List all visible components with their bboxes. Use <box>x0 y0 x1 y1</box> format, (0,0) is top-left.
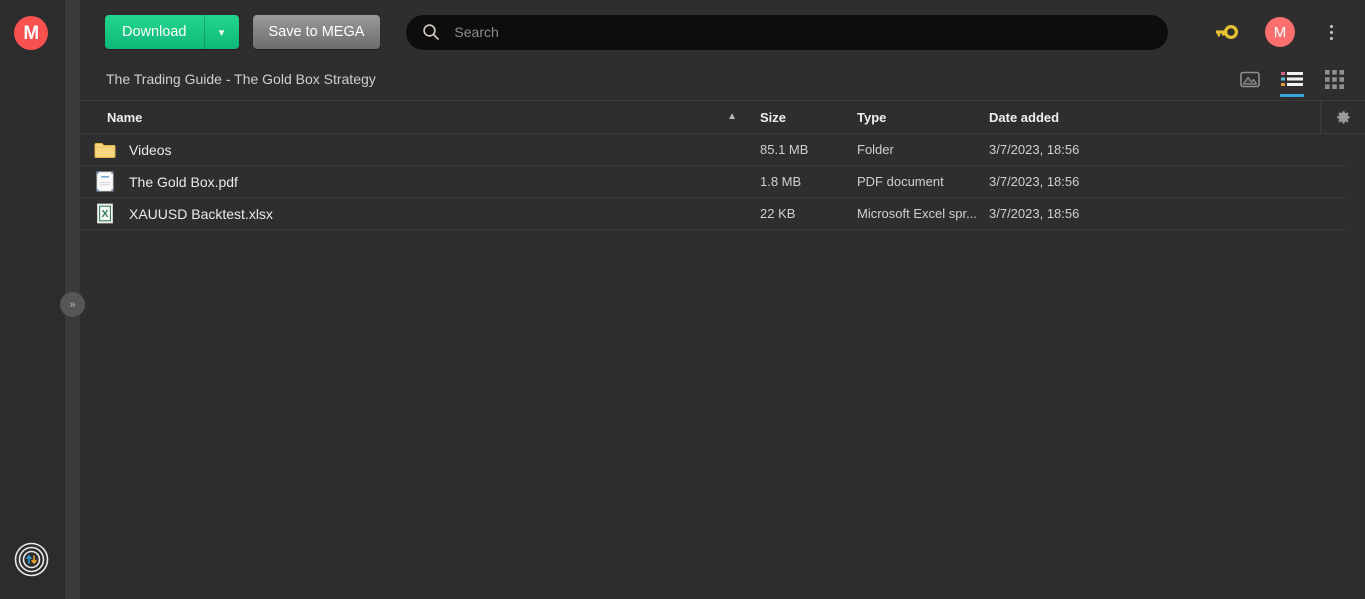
column-header-size[interactable]: Size <box>760 110 857 125</box>
search-bar[interactable] <box>406 14 1169 50</box>
table-row[interactable]: Videos 85.1 MB Folder 3/7/2023, 18:56 <box>80 134 1345 166</box>
row-size: 85.1 MB <box>760 142 809 157</box>
column-header-date[interactable]: Date added <box>989 110 1289 125</box>
list-view-button[interactable] <box>1279 67 1305 97</box>
save-to-mega-label: Save to MEGA <box>268 24 365 40</box>
row-type: PDF document <box>857 174 944 189</box>
vertical-dots-icon[interactable] <box>1313 12 1349 52</box>
view-toggle-group <box>1237 64 1347 97</box>
avatar[interactable]: M <box>1265 17 1295 47</box>
file-table: Name ▲ Size Type Date added Videos 85.1 … <box>80 100 1365 230</box>
row-name-cell: X XAUUSD Backtest.xlsx <box>80 203 760 224</box>
top-toolbar-right: M <box>1209 0 1349 64</box>
row-size: 22 KB <box>760 206 796 221</box>
mega-logo-letter: M <box>23 22 39 44</box>
row-date: 3/7/2023, 18:56 <box>989 174 1080 189</box>
row-name-cell: Videos <box>80 141 760 159</box>
key-icon[interactable] <box>1209 15 1243 49</box>
left-rail: M <box>0 0 65 599</box>
excel-icon: X <box>88 203 122 224</box>
pdf-icon <box>88 171 122 192</box>
top-toolbar: Download ▾ Save to MEGA Search M <box>80 0 1365 64</box>
download-button-label: Download <box>105 15 205 49</box>
search-icon <box>420 21 442 43</box>
sidebar-divider: » <box>60 0 85 599</box>
download-button[interactable]: Download ▾ <box>105 15 239 49</box>
row-date: 3/7/2023, 18:56 <box>989 206 1080 221</box>
breadcrumb[interactable]: The Trading Guide - The Gold Box Strateg… <box>106 71 376 87</box>
chevron-down-icon[interactable]: ▾ <box>205 15 239 49</box>
mega-logo[interactable]: M <box>14 16 48 50</box>
row-name-label: Videos <box>129 141 172 158</box>
table-row[interactable]: X XAUUSD Backtest.xlsx 22 KB Microsoft E… <box>80 198 1345 230</box>
column-header-name[interactable]: Name ▲ <box>80 110 760 125</box>
row-type: Folder <box>857 142 894 157</box>
chevron-up-icon: ▲ <box>727 110 737 122</box>
grid-view-button[interactable] <box>1321 67 1347 91</box>
row-type: Microsoft Excel spr... <box>857 206 977 221</box>
transfers-icon[interactable] <box>14 542 49 577</box>
column-header-name-label: Name <box>107 109 143 125</box>
gear-icon[interactable] <box>1320 101 1365 133</box>
mega-file-browser: M » Download ▾ Save to MEGA Search M The… <box>0 0 1365 599</box>
folder-icon <box>88 141 122 159</box>
row-size: 1.8 MB <box>760 174 802 189</box>
main-content: Download ▾ Save to MEGA Search M The Tra… <box>80 0 1365 599</box>
column-header-type[interactable]: Type <box>857 110 989 125</box>
svg-text:X: X <box>101 208 108 220</box>
table-header-row: Name ▲ Size Type Date added <box>80 100 1365 134</box>
table-row[interactable]: The Gold Box.pdf 1.8 MB PDF document 3/7… <box>80 166 1345 198</box>
save-to-mega-button[interactable]: Save to MEGA <box>252 15 381 49</box>
breadcrumb-row: The Trading Guide - The Gold Box Strateg… <box>80 64 1365 97</box>
row-name-cell: The Gold Box.pdf <box>80 171 760 192</box>
avatar-letter: M <box>1273 23 1287 41</box>
media-view-button[interactable] <box>1237 67 1263 91</box>
row-name-label: The Gold Box.pdf <box>129 173 238 190</box>
row-name-label: XAUUSD Backtest.xlsx <box>129 205 273 222</box>
search-input[interactable] <box>454 24 1169 40</box>
double-chevron-right-icon[interactable]: » <box>60 292 85 317</box>
row-date: 3/7/2023, 18:56 <box>989 142 1080 157</box>
